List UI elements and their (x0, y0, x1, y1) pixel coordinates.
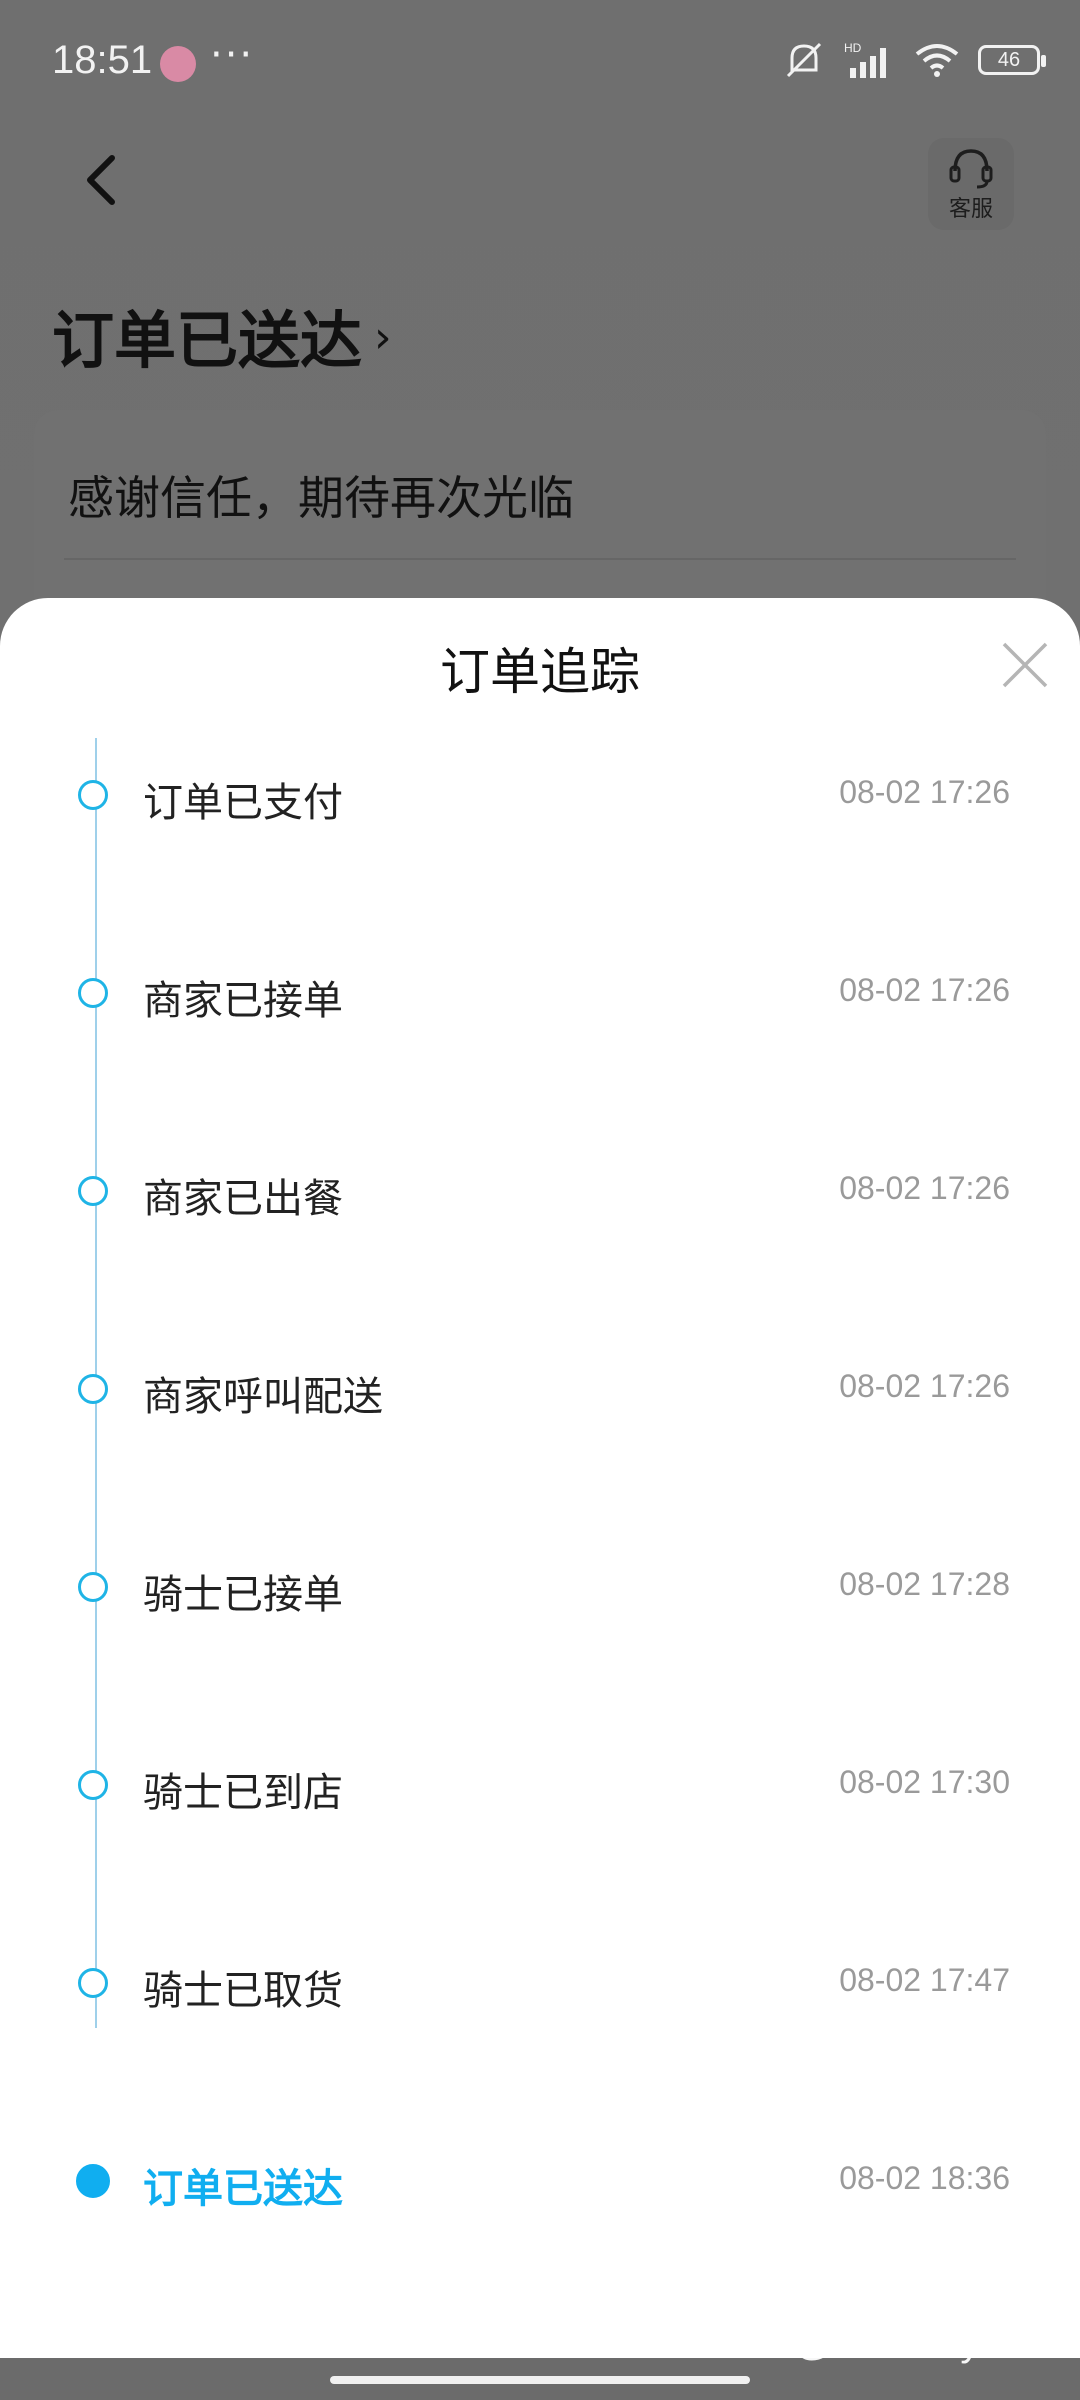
divider (64, 558, 1016, 560)
step-time: 08-02 17:26 (839, 1368, 1010, 1404)
timeline-step: 商家已出餐 08-02 17:26 (0, 1158, 1080, 1248)
step-time: 08-02 17:47 (839, 1962, 1010, 1998)
timeline-step: 骑士已到店 08-02 17:30 (0, 1752, 1080, 1842)
status-bar: 18:51 ··· HD 46 (0, 0, 1080, 120)
close-button[interactable] (1000, 640, 1050, 690)
status-time: 18:51 (52, 38, 153, 82)
order-status-title: 订单已送达 (52, 304, 363, 377)
chevron-right-icon: › (374, 311, 392, 363)
step-time: 08-02 17:26 (839, 1170, 1010, 1206)
chevron-left-icon (87, 155, 115, 205)
timeline-step-current: 订单已送达 08-02 18:36 (0, 2148, 1080, 2238)
step-label: 骑士已到店 (143, 1770, 343, 1816)
svg-text:HD: HD (844, 41, 862, 55)
watermark: COLG @saberlilysam (668, 2320, 1056, 2364)
step-label: 商家呼叫配送 (143, 1374, 383, 1420)
back-button[interactable] (74, 150, 134, 210)
timeline-step: 骑士已取货 08-02 17:47 (0, 1950, 1080, 2040)
signal-icon: HD (844, 40, 896, 80)
timeline-dot (78, 1770, 108, 1800)
timeline-dot (78, 1572, 108, 1602)
battery-icon: 46 (978, 45, 1046, 75)
step-label: 商家已接单 (143, 978, 343, 1024)
step-time: 08-02 17:26 (839, 972, 1010, 1008)
step-label: 骑士已接单 (143, 1572, 343, 1618)
step-time: 08-02 18:36 (839, 2160, 1010, 2196)
status-icons: HD 46 (782, 40, 1046, 80)
timeline-step: 骑士已接单 08-02 17:28 (0, 1554, 1080, 1644)
step-time: 08-02 17:30 (839, 1764, 1010, 1800)
app-notification-icon (160, 46, 196, 82)
order-status-header[interactable]: 订单已送达 › (52, 290, 392, 380)
timeline-step: 订单已支付 08-02 17:26 (0, 762, 1080, 852)
timeline-dot-active (76, 2164, 110, 2198)
timeline-dot (78, 1968, 108, 1998)
sheet-title: 订单追踪 (440, 643, 640, 701)
timeline-dot (78, 1176, 108, 1206)
home-indicator[interactable] (330, 2376, 750, 2384)
timeline-step: 商家呼叫配送 08-02 17:26 (0, 1356, 1080, 1446)
step-label: 商家已出餐 (143, 1176, 343, 1222)
customer-service-label: 客服 (948, 197, 993, 222)
thanks-message: 感谢信任，期待再次光临 (68, 471, 574, 525)
step-label: 订单已支付 (143, 780, 343, 826)
customer-service-button[interactable]: 客服 (928, 138, 1014, 230)
timeline-dot (78, 978, 108, 1008)
step-time: 08-02 17:26 (839, 774, 1010, 810)
headset-icon (949, 149, 993, 189)
battery-level: 46 (997, 48, 1021, 71)
wifi-icon (914, 42, 960, 78)
step-label: 骑士已取货 (143, 1968, 343, 2014)
step-label: 订单已送达 (143, 2166, 343, 2212)
mute-icon (782, 40, 826, 80)
timeline-dot (78, 780, 108, 810)
timeline-dot (78, 1374, 108, 1404)
close-icon (1002, 642, 1048, 688)
timeline-step: 商家已接单 08-02 17:26 (0, 960, 1080, 1050)
more-notifications-icon: ··· (210, 32, 255, 78)
order-tracking-sheet: 订单追踪 订单已支付 08-02 17:26 商家已接单 08-02 17:26… (0, 598, 1080, 2358)
step-time: 08-02 17:28 (839, 1566, 1010, 1602)
